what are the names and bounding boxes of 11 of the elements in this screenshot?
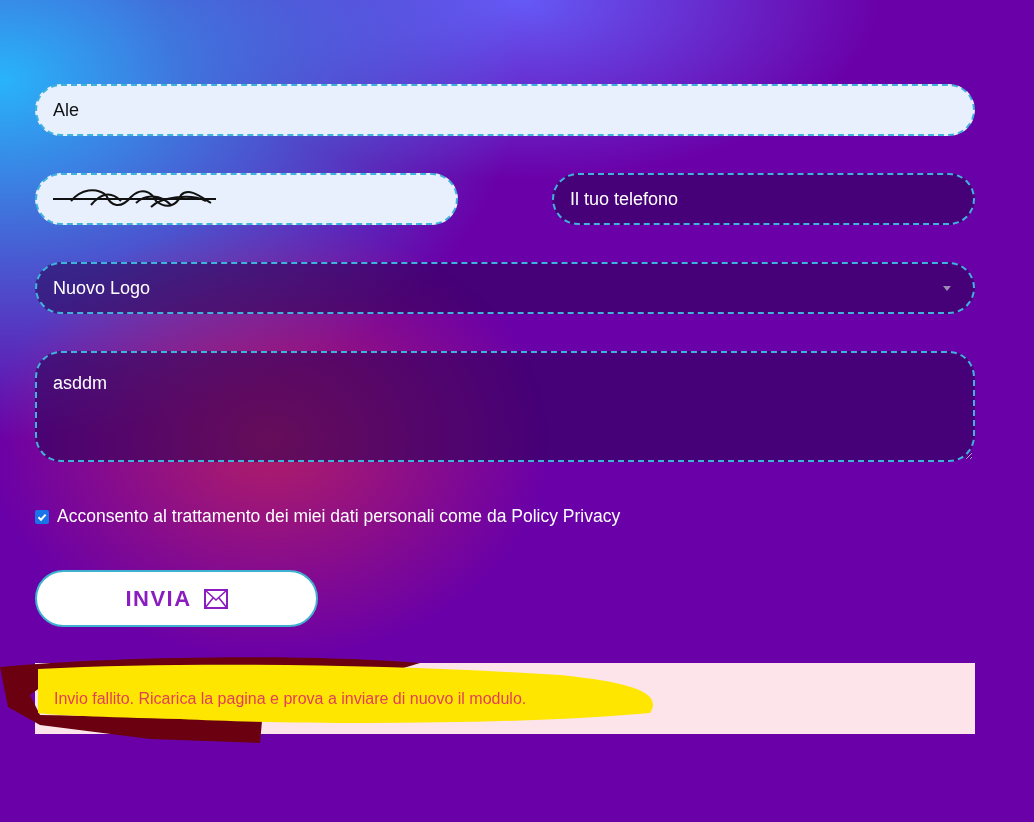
service-select[interactable]: Nuovo Logo [35, 262, 975, 314]
email-field[interactable] [35, 173, 458, 225]
caret-icon [943, 285, 951, 291]
error-message: Invio fallito. Ricarica la pagina e prova a inviare di nuovo il modulo. [54, 689, 527, 708]
name-field[interactable]: Ale [35, 84, 975, 136]
message-field[interactable]: asddm [35, 351, 975, 462]
consent-checkbox[interactable] [35, 509, 49, 524]
consent-label: Acconsento al trattamento dei miei dati personali come da Policy Privacy [57, 506, 621, 527]
submit-button[interactable]: INVIA [35, 570, 318, 627]
phone-field[interactable]: Il tuo telefono [552, 173, 975, 225]
envelope-icon [203, 588, 228, 609]
